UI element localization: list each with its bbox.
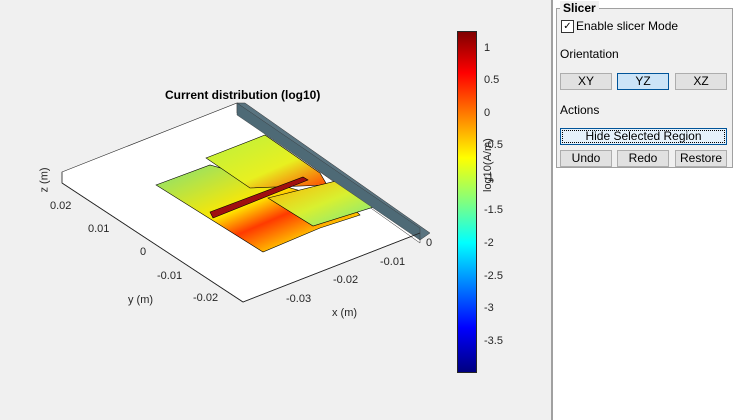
orientation-label: Orientation	[560, 47, 619, 61]
z-axis-label: z (m)	[38, 167, 51, 193]
y-tick: -0.01	[157, 270, 183, 282]
orientation-yz-button[interactable]: YZ	[617, 73, 669, 90]
orientation-xy-button[interactable]: XY	[560, 73, 612, 90]
colorbar-tick: 0	[484, 106, 491, 119]
x-tick: 0	[426, 237, 433, 249]
figure-axes[interactable]: Current distribution (log10) 0.02 0.01 0…	[0, 0, 551, 420]
y-tick: 0.01	[88, 223, 110, 235]
redo-button[interactable]: Redo	[617, 150, 669, 167]
x-axis-label: x (m)	[332, 307, 358, 319]
actions-label: Actions	[560, 103, 600, 117]
y-tick: 0.02	[50, 200, 72, 212]
y-tick: -0.02	[193, 292, 219, 304]
hide-selected-region-button[interactable]: Hide Selected Region	[560, 128, 727, 145]
y-tick: 0	[140, 246, 147, 258]
colorbar-tick: 1	[484, 41, 491, 54]
undo-button[interactable]: Undo	[560, 150, 612, 167]
colorbar	[457, 31, 477, 373]
colorbar-tick: -1.5	[484, 204, 503, 217]
colorbar-tick: 0.5	[484, 74, 500, 87]
restore-button[interactable]: Restore	[675, 150, 727, 167]
slicer-title: Slicer	[560, 1, 599, 15]
colorbar-tick: -3	[484, 302, 494, 315]
y-axis-label: y (m)	[128, 294, 154, 306]
enable-slicer-label[interactable]: Enable slicer Mode	[576, 19, 678, 33]
colorbar-label: log10(A/m)	[482, 138, 494, 192]
colorbar-tick: -2	[484, 237, 494, 250]
orientation-xz-button[interactable]: XZ	[675, 73, 727, 90]
enable-slicer-checkbox[interactable]: ✓	[561, 20, 574, 33]
x-tick: -0.01	[380, 256, 406, 268]
x-tick: -0.03	[286, 293, 312, 305]
colorbar-tick: -2.5	[484, 269, 503, 282]
colorbar-tick: -3.5	[484, 334, 503, 347]
x-tick: -0.02	[333, 274, 359, 286]
